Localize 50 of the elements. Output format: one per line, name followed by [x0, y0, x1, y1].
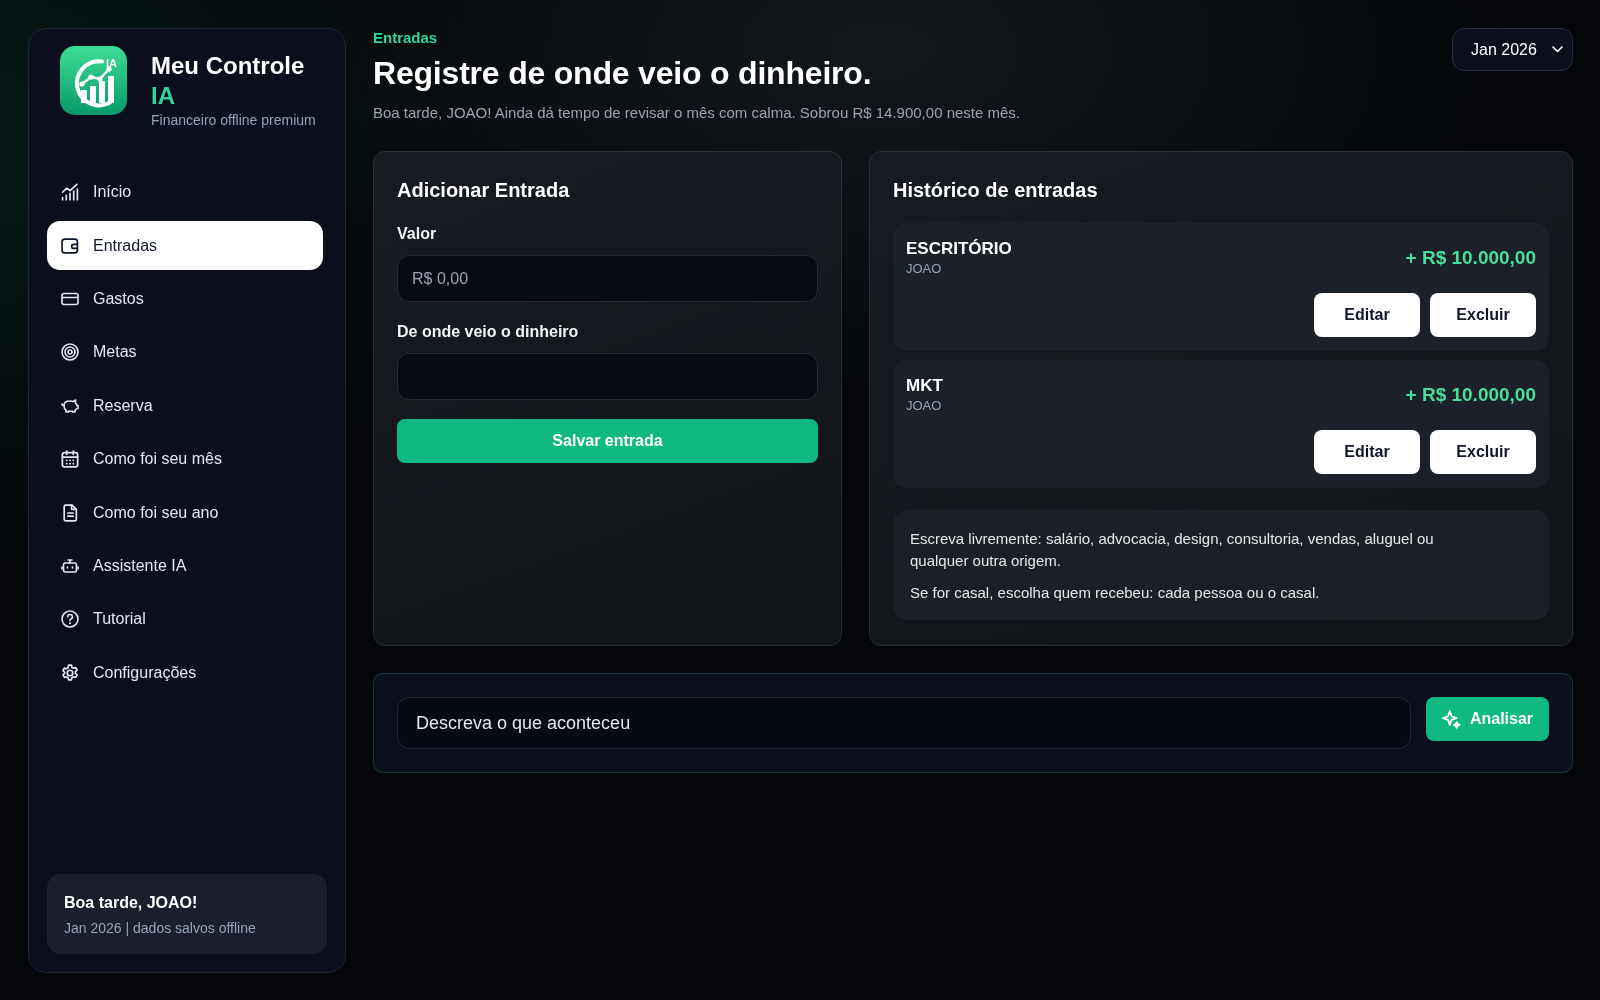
sidebar-item[interactable]: Como foi seu ano	[47, 488, 323, 537]
section-label: Entradas	[373, 28, 439, 48]
entry-source: ESCRITÓRIO	[906, 238, 1012, 260]
delete-button[interactable]: Excluir	[1430, 293, 1536, 337]
description-field[interactable]: Descreva o que aconteceu	[397, 697, 1411, 749]
sidebar-item[interactable]: Início	[47, 168, 323, 217]
field-label: Valor	[397, 224, 438, 244]
chart-icon	[61, 183, 79, 202]
greeting-subtitle: Jan 2026 | dados salvos offline	[64, 919, 257, 938]
app-title: Meu Controle	[151, 51, 306, 81]
app-logo: IA	[60, 46, 127, 115]
target-icon	[61, 343, 79, 362]
robot-icon	[61, 556, 79, 575]
entry-amount: + R$ 10.000,00	[1405, 383, 1536, 407]
sidebar-item[interactable]: Como foi seu mês	[47, 434, 323, 484]
entry-amount: + R$ 10.000,00	[1405, 246, 1536, 270]
sparkle-icon	[1441, 709, 1461, 729]
settings-icon	[61, 663, 79, 682]
question-icon	[61, 610, 79, 629]
entry-source: MKT	[906, 375, 943, 397]
sidebar-item[interactable]: Reserva	[47, 381, 323, 430]
sidebar-item[interactable]: Assistente IA	[47, 541, 323, 591]
month-select[interactable]: Jan 2026	[1452, 28, 1573, 71]
sidebar-item[interactable]: Metas	[47, 328, 323, 377]
edit-button[interactable]: Editar	[1314, 293, 1420, 337]
source-field[interactable]	[397, 353, 818, 400]
document-icon	[61, 503, 79, 522]
page-subtitle: Boa tarde, JOAO! Ainda dá tempo de revisar o mês com calma. Sobrou R$ 14.900,00 neste mês.	[373, 103, 1020, 123]
edit-button[interactable]: Editar	[1314, 430, 1420, 474]
greeting-title: Boa tarde, JOAO!	[64, 893, 199, 913]
wallet-icon	[61, 236, 79, 255]
app-title-accent: IA	[151, 81, 176, 111]
entry-person: JOAO	[906, 260, 943, 278]
help-text: Se for casal, escolha quem recebeu: cada pessoa ou o casal.	[910, 582, 1321, 603]
delete-button[interactable]: Excluir	[1430, 430, 1536, 474]
panel-title: Histórico de entradas	[893, 178, 1099, 203]
field-label: De onde veio o dinheiro	[397, 322, 580, 342]
amount-field[interactable]: R$ 0,00	[397, 255, 818, 302]
sidebar-item[interactable]: Gastos	[47, 274, 323, 324]
sidebar-item[interactable]: Entradas	[47, 221, 323, 270]
sidebar-item[interactable]: Tutorial	[47, 595, 323, 644]
sidebar-item[interactable]: Configurações	[47, 648, 323, 697]
calendar-icon	[61, 450, 79, 469]
panel-title: Adicionar Entrada	[397, 178, 571, 203]
app-subtitle: Financeiro offline premium	[151, 111, 316, 129]
page-title: Registre de onde veio o dinheiro.	[373, 54, 873, 93]
entry-person: JOAO	[906, 397, 943, 415]
piggy-bank-icon	[61, 396, 79, 415]
chevron-down-icon	[1552, 46, 1563, 53]
help-text: Escreva livremente: salário, advocacia, design, consultoria, vendas, aluguel ou qualquer outra origem.	[910, 529, 1435, 571]
